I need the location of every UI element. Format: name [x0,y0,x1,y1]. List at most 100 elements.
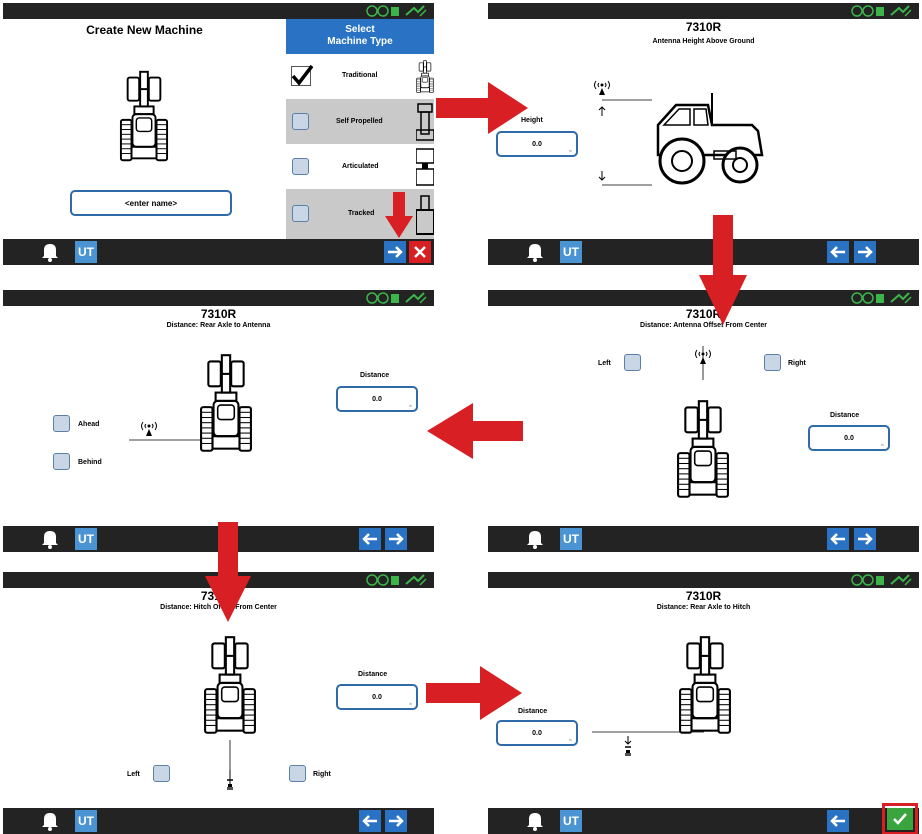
cancel-button[interactable] [409,241,431,263]
panel-rear-axle-to-antenna: 7310R Distance: Rear Axle to Antenna Ahe… [3,290,434,552]
tractor-illustration [200,354,252,452]
alarm-button[interactable] [39,810,61,832]
unit-text: in [408,403,412,408]
checkbox [292,205,309,222]
distance-input[interactable]: 0.0 in [336,684,418,710]
status-icons [851,574,912,586]
back-button[interactable] [827,810,849,832]
status-icons [851,5,912,17]
left-checkbox[interactable] [153,765,170,782]
ut-button[interactable]: UT [560,241,582,263]
next-button[interactable] [854,241,876,263]
bell-icon [527,244,543,262]
self-propelled-icon [416,103,434,141]
right-checkbox[interactable] [289,765,306,782]
arrow-right-icon [858,246,873,258]
machine-type-header: Select Machine Type [286,19,434,54]
unit-text: in [408,701,412,706]
page-title: Create New Machine [86,23,203,37]
alarm-button[interactable] [524,810,546,832]
top-status-bar [488,572,919,588]
panel-rear-axle-to-hitch: 7310R Distance: Rear Axle to Hitch Dista… [488,572,919,834]
ahead-label: Ahead [78,421,100,428]
height-input[interactable]: 0.0 in [496,131,578,157]
left-checkbox[interactable] [624,354,641,371]
right-label: Right [788,360,806,367]
bottom-bar: UT [488,526,919,552]
behind-checkbox[interactable] [53,453,70,470]
back-button[interactable] [359,528,381,550]
next-button[interactable] [385,810,407,832]
right-checkbox[interactable] [764,354,781,371]
distance-value: 0.0 [372,395,382,403]
top-status-bar [488,3,919,19]
machine-name-placeholder: <enter name> [124,198,178,208]
confirm-button[interactable] [882,803,918,834]
confirm-button-fill [887,808,913,830]
distance-input[interactable]: 0.0 in [496,720,578,746]
arrow-right-icon [389,815,404,827]
left-label: Left [598,360,611,367]
ahead-checkbox[interactable] [53,415,70,432]
type-label: Articulated [342,163,379,170]
bell-icon [42,813,58,831]
distance-input[interactable]: 0.0 in [808,425,890,451]
status-icons [851,292,912,304]
arrow-right-icon [858,533,873,545]
type-option-traditional[interactable]: Traditional [286,54,434,99]
distance-input[interactable]: 0.0 in [336,386,418,412]
ut-button[interactable]: UT [75,241,97,263]
type-option-self-propelled[interactable]: Self Propelled [286,99,434,144]
checkbox [292,158,309,175]
next-button[interactable] [385,528,407,550]
bottom-bar: UT [3,239,434,265]
alarm-button[interactable] [524,528,546,550]
flow-arrow-left-1 [427,403,523,459]
bell-icon [42,244,58,262]
bell-icon [42,531,58,549]
traditional-tractor-icon [416,60,434,93]
status-icons [366,5,427,17]
ut-button[interactable]: UT [560,528,582,550]
height-value: 0.0 [532,140,542,148]
next-button[interactable] [854,528,876,550]
next-button-highlight-arrow [385,192,413,238]
machine-name-input[interactable]: <enter name> [70,190,232,216]
bell-icon [527,813,543,831]
flow-arrow-right-2 [426,666,522,720]
type-option-articulated[interactable]: Articulated [286,144,434,189]
arrow-left-icon [362,533,377,545]
unit-text: in [568,737,572,742]
flow-arrow-right-1 [436,82,528,134]
ut-button[interactable]: UT [75,528,97,550]
behind-label: Behind [78,459,102,466]
machine-title: 7310R [685,20,722,34]
next-button[interactable] [384,241,406,263]
distance-label: Distance [830,412,860,419]
checkmark-icon [291,64,313,86]
arrow-left-icon [830,246,845,258]
flow-arrow-down-1 [699,215,747,325]
alarm-button[interactable] [39,241,61,263]
header-line1: Select [345,24,375,35]
alarm-button[interactable] [524,241,546,263]
ut-button[interactable]: UT [560,810,582,832]
back-button[interactable] [827,528,849,550]
machine-title: 7310R [685,589,722,603]
close-icon [414,246,426,258]
type-label: Traditional [342,72,378,79]
arrow-right-icon [389,533,404,545]
back-button[interactable] [827,241,849,263]
bottom-bar: UT [488,808,919,834]
machine-title: 7310R [200,307,237,321]
distance-value: 0.0 [532,729,542,737]
ut-button[interactable]: UT [75,810,97,832]
arrow-left-icon [362,815,377,827]
screen-subtitle: Distance: Rear Axle to Hitch [656,604,751,611]
back-button[interactable] [359,810,381,832]
alarm-button[interactable] [39,528,61,550]
tractor-illustration [204,636,256,734]
type-label: Self Propelled [336,118,383,125]
tractor-side-illustration [594,80,764,186]
bottom-bar: UT [3,808,434,834]
